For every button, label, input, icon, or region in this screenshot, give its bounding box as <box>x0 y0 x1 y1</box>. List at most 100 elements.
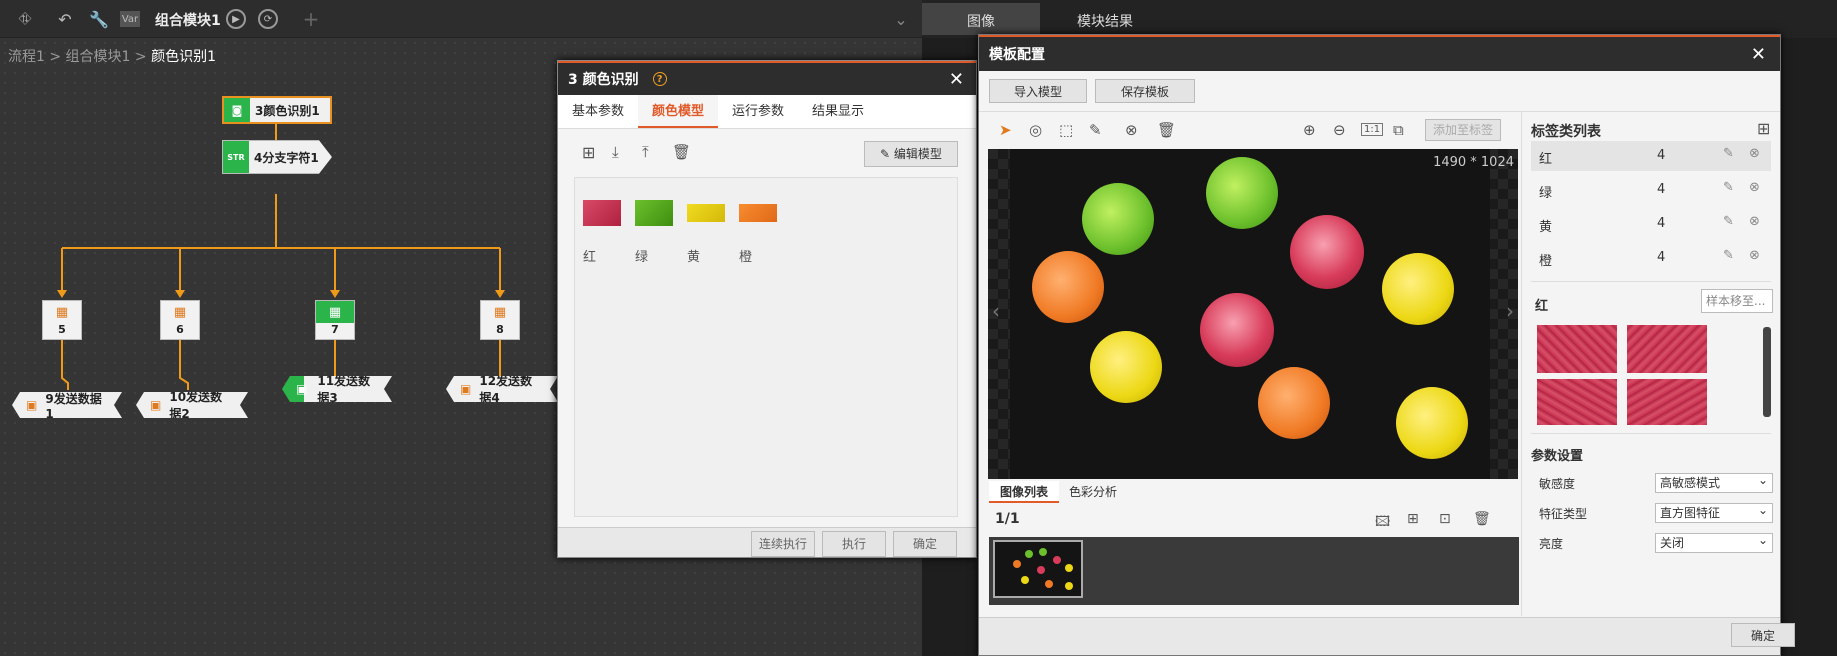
export-icon[interactable]: ⤒ <box>642 143 649 161</box>
circle-tool-icon[interactable]: ◎ <box>1029 121 1042 139</box>
pencil-icon[interactable]: ✎ <box>1723 248 1734 263</box>
sample-thumbnail[interactable] <box>1537 379 1617 425</box>
import-icon[interactable]: ⤓ <box>612 143 619 161</box>
select-cursor-icon[interactable]: ➤ <box>999 121 1012 139</box>
add-icon[interactable]: ⊞ <box>582 143 595 162</box>
fit-window-icon[interactable]: ⧉ <box>1393 121 1404 139</box>
clear-icon[interactable]: ⊗ <box>1125 121 1138 139</box>
node-calc-8[interactable]: ▦ 8 <box>480 300 520 340</box>
remove-icon[interactable]: ⊗ <box>1749 214 1760 229</box>
pen-tool-icon[interactable]: ✎ <box>1089 121 1102 139</box>
zoom-out-icon[interactable]: ⊖ <box>1333 121 1346 139</box>
image-viewer[interactable]: 1490 * 1024 ‹ › <box>988 149 1518 479</box>
node-branch-char[interactable]: STR 4分支字符1 <box>222 140 332 174</box>
candy-yellow <box>1382 253 1454 325</box>
node-calc-7[interactable]: ▦ 7 <box>315 300 355 340</box>
node-send-data-2[interactable]: ▣ 10发送数据2 <box>136 392 248 418</box>
move-samples-dropdown[interactable]: 样本移至... <box>1701 289 1773 313</box>
tab-image[interactable]: 图像 <box>922 3 1040 35</box>
swatch-orange[interactable] <box>739 204 777 222</box>
delete-icon[interactable]: 🗑 <box>672 143 691 161</box>
pencil-icon[interactable]: ✎ <box>1723 214 1734 229</box>
tab-run-params[interactable]: 运行参数 <box>718 95 798 128</box>
label-row[interactable]: 橙 4 ✎ ⊗ <box>1531 243 1771 273</box>
flow-icon[interactable]: ⛗ <box>14 8 36 30</box>
import-model-button[interactable]: 导入模型 <box>989 79 1087 103</box>
confirm-button[interactable]: 确定 <box>1731 623 1795 647</box>
node-send-data-1[interactable]: ▣ 9发送数据1 <box>12 392 122 418</box>
sensitivity-select[interactable]: 高敏感模式 <box>1655 471 1773 493</box>
label-row[interactable]: 红 4 ✎ ⊗ <box>1531 141 1771 171</box>
add-icon[interactable]: ⊞ <box>1757 119 1770 138</box>
template-config-dialog: 模板配置 ✕ 导入模型 保存模板 ➤ ◎ ⬚ ✎ ⊗ 🗑 ⊕ ⊖ 1:1 ⧉ 添… <box>978 34 1795 656</box>
node-send-data-3[interactable]: ▣ 11发送数据3 <box>282 376 392 402</box>
label-row[interactable]: 黄 4 ✎ ⊗ <box>1531 209 1771 239</box>
dialog-footer <box>979 617 1780 655</box>
add-image-icon[interactable]: 🖾 <box>1375 511 1390 535</box>
var-icon[interactable]: Var <box>120 11 140 27</box>
close-icon[interactable]: ✕ <box>1751 44 1766 65</box>
node-send-data-4[interactable]: ▣ 12发送数据4 <box>446 376 558 402</box>
thumbnail[interactable] <box>993 540 1083 598</box>
remove-icon[interactable]: ⊗ <box>1749 146 1760 161</box>
scrollbar[interactable] <box>1763 327 1771 417</box>
add-icon[interactable]: ⊞ <box>1407 511 1419 527</box>
tab-color-analysis[interactable]: 色彩分析 <box>1069 481 1117 503</box>
sample-thumbnail[interactable] <box>1627 379 1707 425</box>
close-icon[interactable]: ✕ <box>949 69 964 90</box>
pencil-icon[interactable]: ✎ <box>1723 180 1734 195</box>
pencil-icon[interactable]: ✎ <box>1723 146 1734 161</box>
save-template-button[interactable]: 保存模板 <box>1095 79 1195 103</box>
tab-color-model[interactable]: 颜色模型 <box>638 95 719 128</box>
send-icon: ▣ <box>460 382 472 396</box>
sample-thumbnail[interactable] <box>1537 325 1617 373</box>
continuous-run-button[interactable]: 连续执行 <box>751 531 815 557</box>
label-row[interactable]: 绿 4 ✎ ⊗ <box>1531 175 1771 205</box>
next-image-icon[interactable]: › <box>1506 299 1514 323</box>
help-icon[interactable]: ? <box>652 72 667 86</box>
tab-module-result[interactable]: 模块结果 <box>1040 3 1170 35</box>
branch-icon: STR <box>223 141 249 173</box>
prev-image-icon[interactable]: ‹ <box>992 299 1000 323</box>
undo-icon[interactable]: ↶ <box>54 8 76 30</box>
loop-icon[interactable]: ⟳ <box>258 9 278 29</box>
swatch-red[interactable] <box>583 200 621 226</box>
swatch-green[interactable] <box>635 200 673 226</box>
candy-orange <box>1258 367 1330 439</box>
feature-type-select[interactable]: 直方图特征 <box>1655 501 1773 523</box>
execute-button[interactable]: 执行 <box>822 531 886 557</box>
node-calc-6[interactable]: ▦ 6 <box>160 300 200 340</box>
remove-icon[interactable]: ⊗ <box>1749 248 1760 263</box>
dialog-title: 3 颜色识别 <box>568 72 639 88</box>
color-model-panel: 红 绿 黄 橙 <box>574 177 958 517</box>
tab-image-list[interactable]: 图像列表 <box>989 481 1059 503</box>
sample-thumbnail[interactable] <box>1627 325 1707 373</box>
label-panel: 标签类列表 ⊞ 红 4 ✎ ⊗ 绿 4 ✎ ⊗ 黄 4 ✎ ⊗ 橙 4 ✎ ⊗ … <box>1527 111 1777 611</box>
swatch-label: 橙 <box>739 250 753 265</box>
node-label: 8 <box>496 323 504 336</box>
brightness-select[interactable]: 关闭 <box>1655 531 1773 553</box>
edit-model-button[interactable]: ✎ 编辑模型 <box>864 141 958 167</box>
add-to-label-button[interactable]: 添加至标签 <box>1425 119 1501 141</box>
delete-icon[interactable]: 🗑 <box>1473 511 1491 527</box>
swatch-yellow[interactable] <box>687 204 725 222</box>
confirm-button[interactable]: 确定 <box>893 531 957 557</box>
add-icon[interactable]: + <box>300 7 322 31</box>
chevron-down-icon[interactable]: ⌄ <box>890 8 912 30</box>
wrench-icon[interactable]: 🔧 <box>88 8 110 30</box>
actual-size-icon[interactable]: 1:1 <box>1361 123 1384 136</box>
play-icon[interactable]: ▶ <box>226 9 246 29</box>
param-label: 特征类型 <box>1539 507 1588 521</box>
zoom-in-icon[interactable]: ⊕ <box>1303 121 1316 139</box>
add-folder-icon[interactable]: ⊡ <box>1439 511 1451 527</box>
tab-result-display[interactable]: 结果显示 <box>798 95 878 128</box>
divider <box>1531 281 1771 282</box>
module-title: 组合模块1 <box>155 13 221 29</box>
tab-basic-params[interactable]: 基本参数 <box>558 95 638 128</box>
node-color-recognition[interactable]: ◙ 3颜色识别1 <box>222 96 332 124</box>
remove-icon[interactable]: ⊗ <box>1749 180 1760 195</box>
node-calc-5[interactable]: ▦ 5 <box>42 300 82 340</box>
rectangle-tool-icon[interactable]: ⬚ <box>1059 121 1073 139</box>
candy-yellow <box>1090 331 1162 403</box>
delete-icon[interactable]: 🗑 <box>1157 121 1176 139</box>
